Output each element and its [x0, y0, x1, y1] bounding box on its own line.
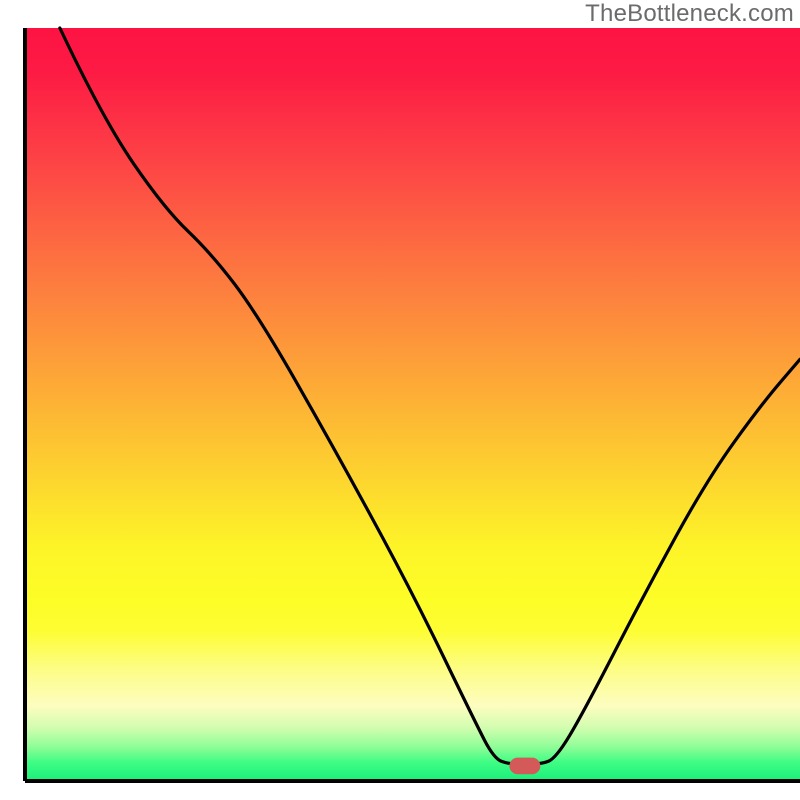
optimal-marker [509, 758, 540, 775]
chart-container: TheBottleneck.com [0, 0, 800, 800]
plot-background [25, 28, 800, 781]
watermark-text: TheBottleneck.com [585, 0, 794, 28]
bottleneck-chart [0, 0, 800, 800]
